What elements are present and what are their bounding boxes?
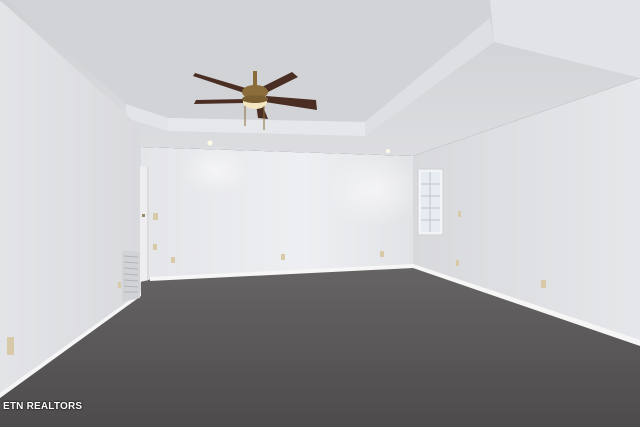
watermark: ETN REALTORS [3,401,83,412]
window-icon [417,168,444,236]
door-icon [140,166,149,282]
room-illustration [0,0,640,427]
room-photo: ETN REALTORS [0,0,640,427]
air-vent-icon [122,250,140,302]
